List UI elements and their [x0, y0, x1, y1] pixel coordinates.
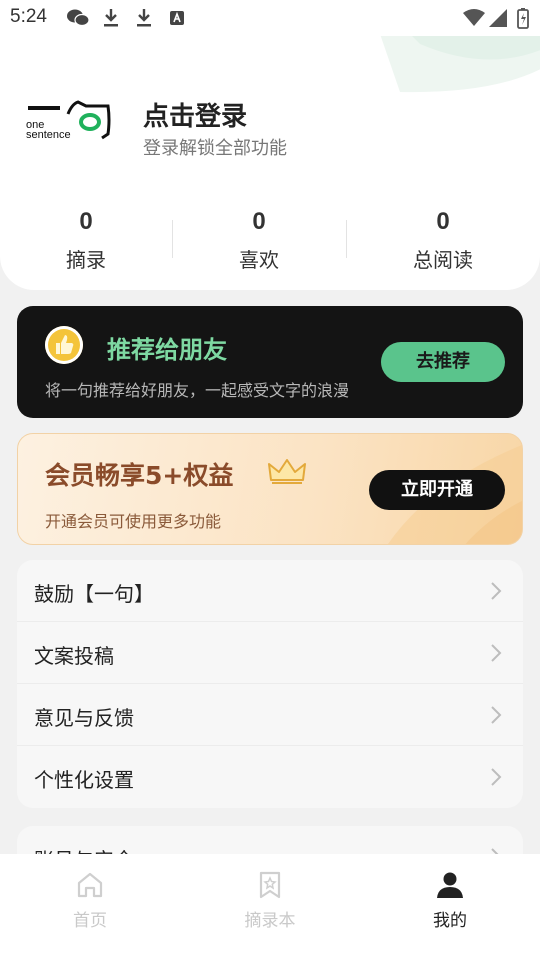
profile-header: one sentence 点击登录 登录解锁全部功能 0 摘录 0 喜欢 0 总…: [0, 0, 540, 290]
logo-text-bottom: sentence: [26, 129, 71, 141]
menu-item-label: 文案投稿: [34, 644, 114, 668]
vip-card[interactable]: 会员畅享5+权益 开通会员可使用更多功能 立即开通: [17, 433, 523, 545]
chevron-right-icon: [491, 768, 502, 786]
menu-item-encourage[interactable]: 鼓励【一句】: [17, 560, 523, 622]
thumbs-up-icon: [45, 326, 83, 364]
nav-tab-excerpt-book[interactable]: 摘录本: [210, 870, 330, 931]
chevron-right-icon: [491, 644, 502, 662]
recommend-card[interactable]: 推荐给朋友 将一句推荐给好朋友，一起感受文字的浪漫 去推荐: [17, 306, 523, 418]
person-icon: [437, 872, 463, 898]
app-logo[interactable]: one sentence: [24, 100, 116, 144]
settings-menu: 鼓励【一句】 文案投稿 意见与反馈 个性化设置: [17, 560, 523, 808]
stat-label: 总阅读: [413, 248, 473, 272]
wechat-icon: [67, 9, 90, 27]
stat-likes[interactable]: 0 喜欢: [184, 208, 334, 273]
stat-value: 0: [79, 208, 93, 235]
download-icon: [137, 9, 151, 27]
menu-item-label: 个性化设置: [34, 768, 134, 792]
bottom-navigation: 首页 摘录本 我的: [0, 854, 540, 960]
crown-icon: [268, 459, 306, 484]
logo-mark-icon: one sentence: [26, 100, 111, 141]
stats-divider: [172, 220, 173, 258]
signal-icon: [489, 9, 507, 27]
header-decoration: [380, 34, 540, 93]
login-title[interactable]: 点击登录: [143, 96, 247, 133]
chevron-right-icon: [491, 582, 502, 600]
status-time: 5:24: [10, 6, 47, 27]
vip-activate-button[interactable]: 立即开通: [369, 470, 505, 510]
menu-item-label: 鼓励【一句】: [34, 582, 154, 606]
nav-tab-home[interactable]: 首页: [30, 870, 150, 931]
menu-item-personalization[interactable]: 个性化设置: [17, 746, 523, 808]
stats-divider: [346, 220, 347, 258]
bookmark-star-icon: [259, 871, 281, 899]
battery-icon: [517, 8, 529, 29]
nav-tab-label: 首页: [73, 911, 107, 931]
recommend-title: 推荐给朋友: [107, 336, 227, 364]
stat-excerpts[interactable]: 0 摘录: [11, 208, 161, 273]
stats-row: 0 摘录 0 喜欢 0 总阅读: [0, 208, 540, 278]
login-subtitle: 登录解锁全部功能: [143, 138, 287, 159]
wifi-icon: [463, 9, 485, 26]
menu-item-label: 意见与反馈: [34, 706, 134, 730]
download-icon: [104, 9, 118, 27]
stat-label: 喜欢: [239, 248, 279, 272]
notification-a-icon: [170, 11, 184, 25]
nav-tab-label: 摘录本: [244, 911, 296, 931]
nav-tab-mine[interactable]: 我的: [390, 870, 510, 931]
vip-description: 开通会员可使用更多功能: [45, 512, 222, 531]
menu-item-submit-copy[interactable]: 文案投稿: [17, 622, 523, 684]
recommend-description: 将一句推荐给好朋友，一起感受文字的浪漫: [45, 381, 350, 400]
stat-total-reads[interactable]: 0 总阅读: [368, 208, 518, 273]
home-icon: [77, 872, 103, 898]
stat-value: 0: [252, 208, 266, 235]
status-bar: 5:24: [0, 0, 540, 36]
vip-title: 会员畅享5+权益: [45, 461, 234, 490]
chevron-right-icon: [491, 706, 502, 724]
nav-tab-label: 我的: [433, 911, 467, 931]
stat-label: 摘录: [66, 248, 106, 272]
stat-value: 0: [436, 208, 450, 235]
menu-item-feedback[interactable]: 意见与反馈: [17, 684, 523, 746]
recommend-button[interactable]: 去推荐: [381, 342, 505, 382]
